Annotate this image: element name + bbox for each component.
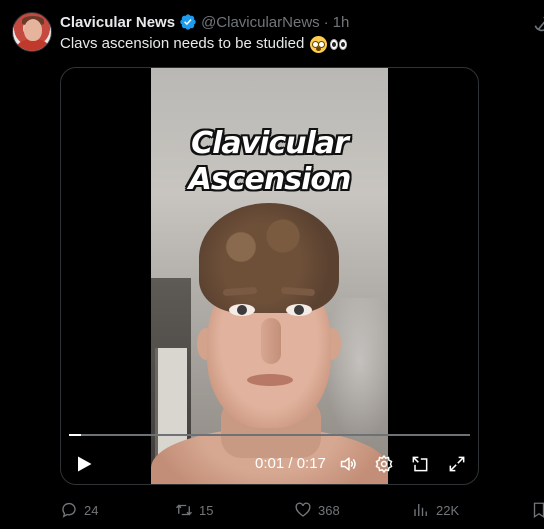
- video-caption-overlay: Clavicular Ascension: [151, 126, 388, 198]
- play-icon[interactable]: [75, 455, 93, 473]
- tweet[interactable]: Clavicular News @ClavicularNews · 1h Cla…: [0, 0, 544, 529]
- eyes-emoji-icon: [330, 38, 348, 50]
- separator-dot: ·: [323, 13, 329, 31]
- views-button[interactable]: 22K: [412, 500, 459, 520]
- pip-icon[interactable]: [410, 454, 430, 474]
- repost-icon: [176, 504, 192, 516]
- like-count: 368: [318, 502, 340, 518]
- video-progress-bar[interactable]: [69, 434, 470, 436]
- views-icon: [414, 504, 427, 516]
- fullscreen-icon[interactable]: [447, 454, 467, 474]
- flushed-face-emoji-icon: [310, 35, 328, 53]
- verified-badge-icon: [180, 14, 196, 30]
- overlay-line-2: Ascension: [188, 162, 352, 197]
- views-count: 22K: [436, 502, 460, 518]
- overlay-line-1: Clavicular: [191, 126, 349, 161]
- author-name[interactable]: Clavicular News: [60, 14, 175, 31]
- timestamp[interactable]: 1h: [333, 14, 350, 31]
- avatar[interactable]: [12, 12, 52, 52]
- video-time-display: 0:01 / 0:17: [255, 455, 326, 472]
- reply-button[interactable]: 24: [60, 500, 98, 520]
- tweet-text: Clavs ascension needs to be studied: [60, 34, 348, 54]
- video-player[interactable]: Clavicular Ascension 0:01 / 0:17: [60, 67, 479, 485]
- volume-icon[interactable]: [339, 454, 359, 474]
- settings-icon[interactable]: [374, 454, 394, 474]
- tweet-text-content: Clavs ascension needs to be studied: [60, 35, 305, 52]
- video-frame[interactable]: Clavicular Ascension: [151, 68, 388, 484]
- like-icon: [295, 502, 311, 517]
- tweet-header: Clavicular News @ClavicularNews · 1h: [60, 12, 349, 32]
- repost-count: 15: [199, 502, 214, 518]
- reply-icon: [62, 502, 76, 518]
- bookmark-button[interactable]: [530, 500, 544, 520]
- author-handle[interactable]: @ClavicularNews: [201, 14, 320, 31]
- reply-count: 24: [84, 502, 99, 518]
- video-progress-fill: [69, 434, 82, 436]
- repost-button[interactable]: 15: [175, 500, 213, 520]
- tweet-actions: 24 15 368 22K: [60, 500, 544, 520]
- like-button[interactable]: 368: [294, 500, 340, 520]
- grok-icon[interactable]: [532, 14, 544, 34]
- bookmark-icon: [533, 502, 544, 519]
